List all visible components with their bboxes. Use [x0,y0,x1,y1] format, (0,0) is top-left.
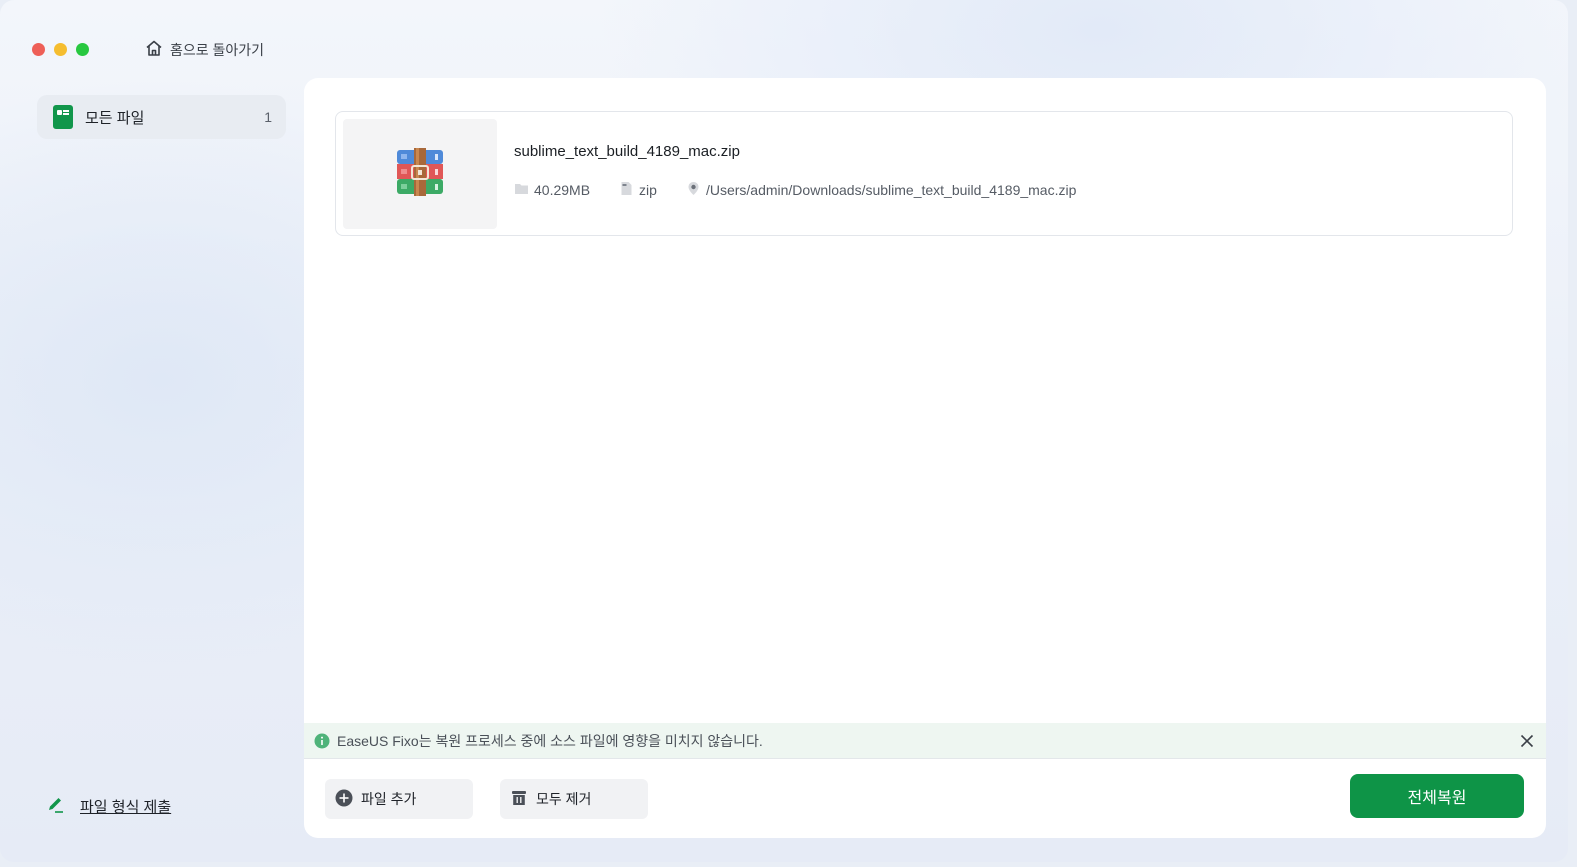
file-size: 40.29MB [514,181,590,199]
remove-all-button[interactable]: 모두 제거 [500,779,648,819]
home-icon [144,38,164,61]
main-panel: sublime_text_build_4189_mac.zip 40.29MB … [304,78,1546,838]
close-window-button[interactable] [32,43,45,56]
file-icon [53,105,73,129]
info-icon [314,733,330,749]
submit-file-format-label: 파일 형식 제출 [80,799,172,816]
info-banner: EaseUS Fixo는 복원 프로세스 중에 소스 파일에 영향을 미치지 않… [304,723,1546,759]
info-banner-text: EaseUS Fixo는 복원 프로세스 중에 소스 파일에 영향을 미치지 않… [337,732,763,749]
back-home-link[interactable]: 홈으로 돌아가기 [144,38,264,61]
folder-icon [514,181,529,199]
sidebar-item-all-files[interactable]: 모든 파일 1 [37,95,286,139]
close-icon[interactable] [1518,732,1536,750]
file-card[interactable]: sublime_text_build_4189_mac.zip 40.29MB … [335,111,1513,236]
document-icon [619,181,634,199]
add-files-button[interactable]: 파일 추가 [325,779,473,819]
file-type: zip [619,181,657,199]
add-files-label: 파일 추가 [361,791,417,807]
file-name: sublime_text_build_4189_mac.zip [514,143,740,160]
maximize-window-button[interactable] [76,43,89,56]
file-type-value: zip [639,182,657,198]
window-controls [32,43,89,56]
remove-all-label: 모두 제거 [536,791,592,807]
submit-file-format-link[interactable]: 파일 형식 제출 [46,794,171,819]
minimize-window-button[interactable] [54,43,67,56]
file-thumbnail [343,119,497,229]
plus-circle-icon [335,789,353,810]
file-size-value: 40.29MB [534,182,591,198]
trash-icon [510,789,528,810]
app-window: 홈으로 돌아가기 모든 파일 1 파일 형식 제출 sublime_text_b… [0,0,1568,862]
sidebar-item-label: 모든 파일 [85,109,145,127]
back-home-label: 홈으로 돌아가기 [170,41,265,58]
location-pin-icon [686,181,701,199]
file-path: /Users/admin/Downloads/sublime_text_buil… [686,181,1076,199]
pencil-icon [46,794,66,819]
file-meta: 40.29MB zip /Users/admin/Downloads/subli… [514,181,1076,199]
repair-all-button[interactable]: 전체복원 [1350,774,1524,818]
archive-icon [396,147,444,201]
file-path-value: /Users/admin/Downloads/sublime_text_buil… [705,182,1077,198]
sidebar-item-count: 1 [264,109,272,125]
